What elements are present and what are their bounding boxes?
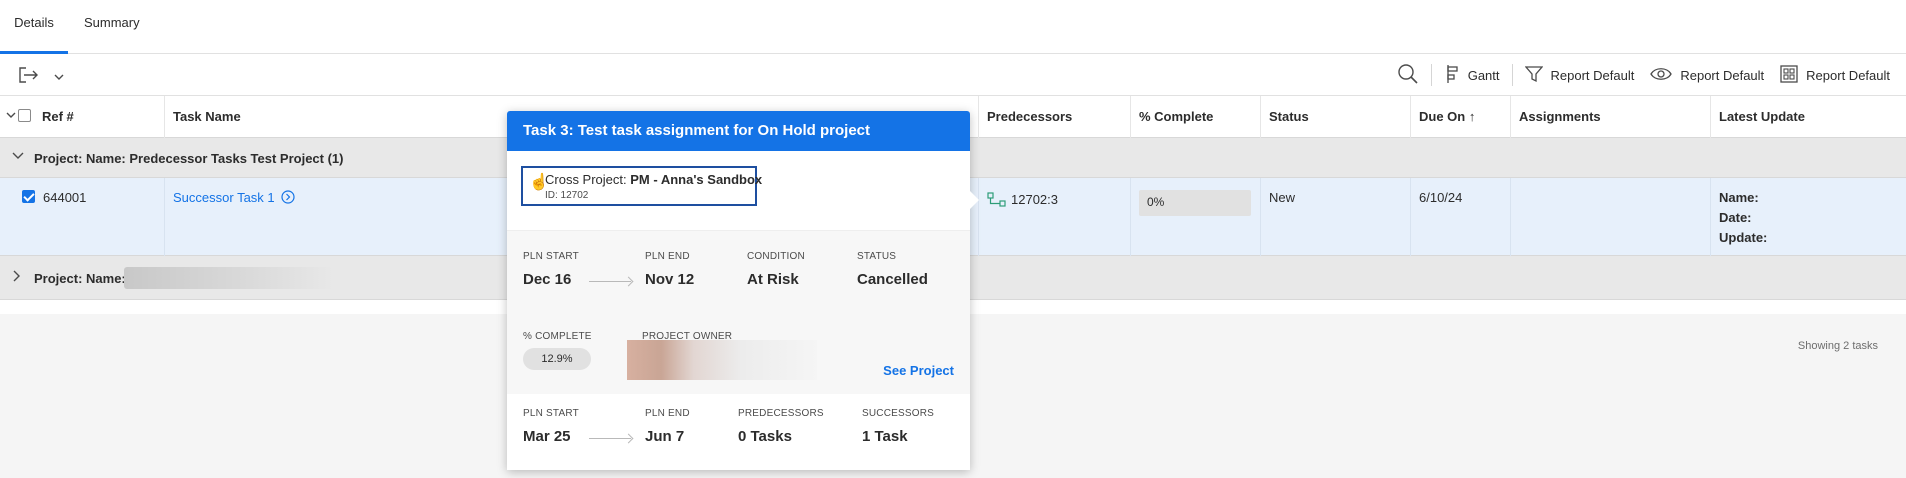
tab-summary[interactable]: Summary <box>84 0 140 54</box>
filter-icon <box>1524 65 1543 86</box>
task-popover: Task 3: Test task assignment for On Hold… <box>507 111 979 470</box>
filter-button[interactable]: Report Default <box>1517 54 1643 96</box>
export-icon <box>18 66 40 87</box>
project-pln-start: PLN START Mar 25 <box>523 408 579 445</box>
tab-bar: Details Summary <box>0 0 1906 54</box>
pln-end-label: PLN END <box>645 251 690 262</box>
predecessors-value[interactable]: 0 Tasks <box>738 428 824 445</box>
project-pln-start-label: PLN START <box>523 408 579 419</box>
col-latest-update[interactable]: Latest Update <box>1710 96 1906 138</box>
successors: SUCCESSORS 1 Task <box>862 408 934 445</box>
project-dates-section: PLN START Mar 25 PLN END Jun 7 PREDECESS… <box>507 394 970 470</box>
avatar <box>627 340 817 380</box>
pln-end-value: Nov 12 <box>645 271 695 288</box>
pct-complete-label: % COMPLETE <box>523 331 592 342</box>
status-label: STATUS <box>857 251 897 262</box>
cross-project-section: ☝ Cross Project: PM - Anna's Sandbox ID:… <box>507 151 970 231</box>
col-task-name[interactable]: Task Name <box>164 96 507 138</box>
row-checkbox[interactable] <box>22 190 35 203</box>
pct-complete-bar: 0% <box>1139 190 1251 216</box>
redacted-project-name <box>124 267 334 289</box>
col-assignments[interactable]: Assignments <box>1510 96 1710 138</box>
toolbar-divider <box>1511 64 1513 86</box>
project-pln-start-value: Mar 25 <box>523 428 571 445</box>
select-all[interactable] <box>6 108 31 123</box>
update-date-label: Date: <box>1719 210 1752 225</box>
cell-task-name: Successor Task 1 <box>164 178 507 256</box>
status: STATUS Cancelled <box>857 251 928 288</box>
arrow-right-icon <box>589 438 631 439</box>
pln-start-value: Dec 16 <box>523 271 572 288</box>
popover-title: Task 3: Test task assignment for On Hold… <box>507 111 970 151</box>
predecessors-label: PREDECESSORS <box>738 408 824 419</box>
chevron-down-icon[interactable] <box>6 108 16 123</box>
col-due-on[interactable]: Due On ↑ <box>1410 96 1510 138</box>
search-button[interactable] <box>1389 54 1427 96</box>
showing-count: Showing 2 tasks <box>1797 340 1878 352</box>
successors-label: SUCCESSORS <box>862 408 935 419</box>
view-label: Report Default <box>1680 67 1765 83</box>
chevron-right-icon[interactable] <box>12 270 22 285</box>
export-button[interactable] <box>18 64 78 88</box>
col-pct-complete[interactable]: % Complete <box>1130 96 1260 138</box>
col-ref[interactable]: Ref # <box>34 96 164 138</box>
group-label: Project: Name: Predecessor Tasks Test Pr… <box>34 151 344 166</box>
cell-assignments[interactable] <box>1510 178 1710 256</box>
cross-project-link[interactable]: ☝ Cross Project: PM - Anna's Sandbox ID:… <box>521 166 762 206</box>
cross-project-line: Cross Project: PM - Anna's Sandbox <box>545 170 762 189</box>
see-project-link[interactable]: See Project <box>883 363 954 378</box>
pln-start: PLN START Dec 16 <box>523 251 579 288</box>
grouping-label: Report Default <box>1806 67 1890 83</box>
tab-details[interactable]: Details <box>0 0 68 54</box>
chevron-down-icon[interactable] <box>54 69 64 84</box>
update-text-label: Update: <box>1719 230 1768 245</box>
cell-ref: 644001 <box>0 178 164 256</box>
toolbar: Gantt Report Default Report Default Repo… <box>0 54 1906 96</box>
col-status[interactable]: Status <box>1260 96 1410 138</box>
gantt-label: Gantt <box>1467 67 1500 83</box>
update-name-label: Name: <box>1719 190 1759 205</box>
pct-complete-chip: 12.9% <box>523 348 591 370</box>
group-label: Project: Name: <box>34 271 126 286</box>
gantt-button[interactable]: Gantt <box>1436 54 1508 96</box>
circle-arrow-icon[interactable] <box>281 190 295 207</box>
search-icon <box>1397 63 1419 88</box>
cross-project-prefix: Cross Project: <box>545 172 627 187</box>
cross-project-id: ID: 12702 <box>545 190 589 201</box>
pln-end: PLN END Nov 12 <box>645 251 694 288</box>
pln-start-label: PLN START <box>523 251 579 262</box>
successors-value[interactable]: 1 Task <box>862 428 934 445</box>
ref-value: 644001 <box>43 190 87 205</box>
condition-label: CONDITION <box>747 251 805 262</box>
condition-value: At Risk <box>747 271 799 288</box>
dependency-icon <box>987 192 1007 211</box>
arrow-right-icon <box>589 281 631 282</box>
view-button[interactable]: Report Default <box>1642 54 1772 96</box>
cell-due-on[interactable]: 6/10/24 <box>1410 178 1510 256</box>
gantt-icon <box>1444 64 1460 87</box>
select-all-checkbox[interactable] <box>18 109 31 122</box>
project-pln-end-value: Jun 7 <box>645 428 685 445</box>
project-pln-end-label: PLN END <box>645 408 690 419</box>
predecessors: PREDECESSORS 0 Tasks <box>738 408 824 445</box>
grouping-button[interactable]: Report Default <box>1772 54 1898 96</box>
eye-icon <box>1650 66 1673 85</box>
chevron-down-icon[interactable] <box>12 150 24 164</box>
cell-status[interactable]: New <box>1260 178 1410 256</box>
status-value: Cancelled <box>857 271 928 288</box>
cell-pct-complete: 0% <box>1130 178 1260 256</box>
col-predecessors[interactable]: Predecessors <box>978 96 1130 138</box>
hand-cursor-icon: ☝ <box>529 174 549 191</box>
cell-latest-update: Name: Date: Update: <box>1710 178 1906 256</box>
task-dates-section: PLN START Dec 16 PLN END Nov 12 CONDITIO… <box>507 231 970 319</box>
cell-predecessors: 12702:3 <box>978 178 1130 256</box>
project-pln-end: PLN END Jun 7 <box>645 408 690 445</box>
filter-label: Report Default <box>1550 67 1635 83</box>
toolbar-divider <box>1430 64 1432 86</box>
cross-project-name: PM - Anna's Sandbox <box>630 172 763 187</box>
task-name-link[interactable]: Successor Task 1 <box>173 190 275 205</box>
grouping-icon <box>1780 64 1798 86</box>
predecessor-value[interactable]: 12702:3 <box>1011 192 1058 207</box>
condition: CONDITION At Risk <box>747 251 805 288</box>
